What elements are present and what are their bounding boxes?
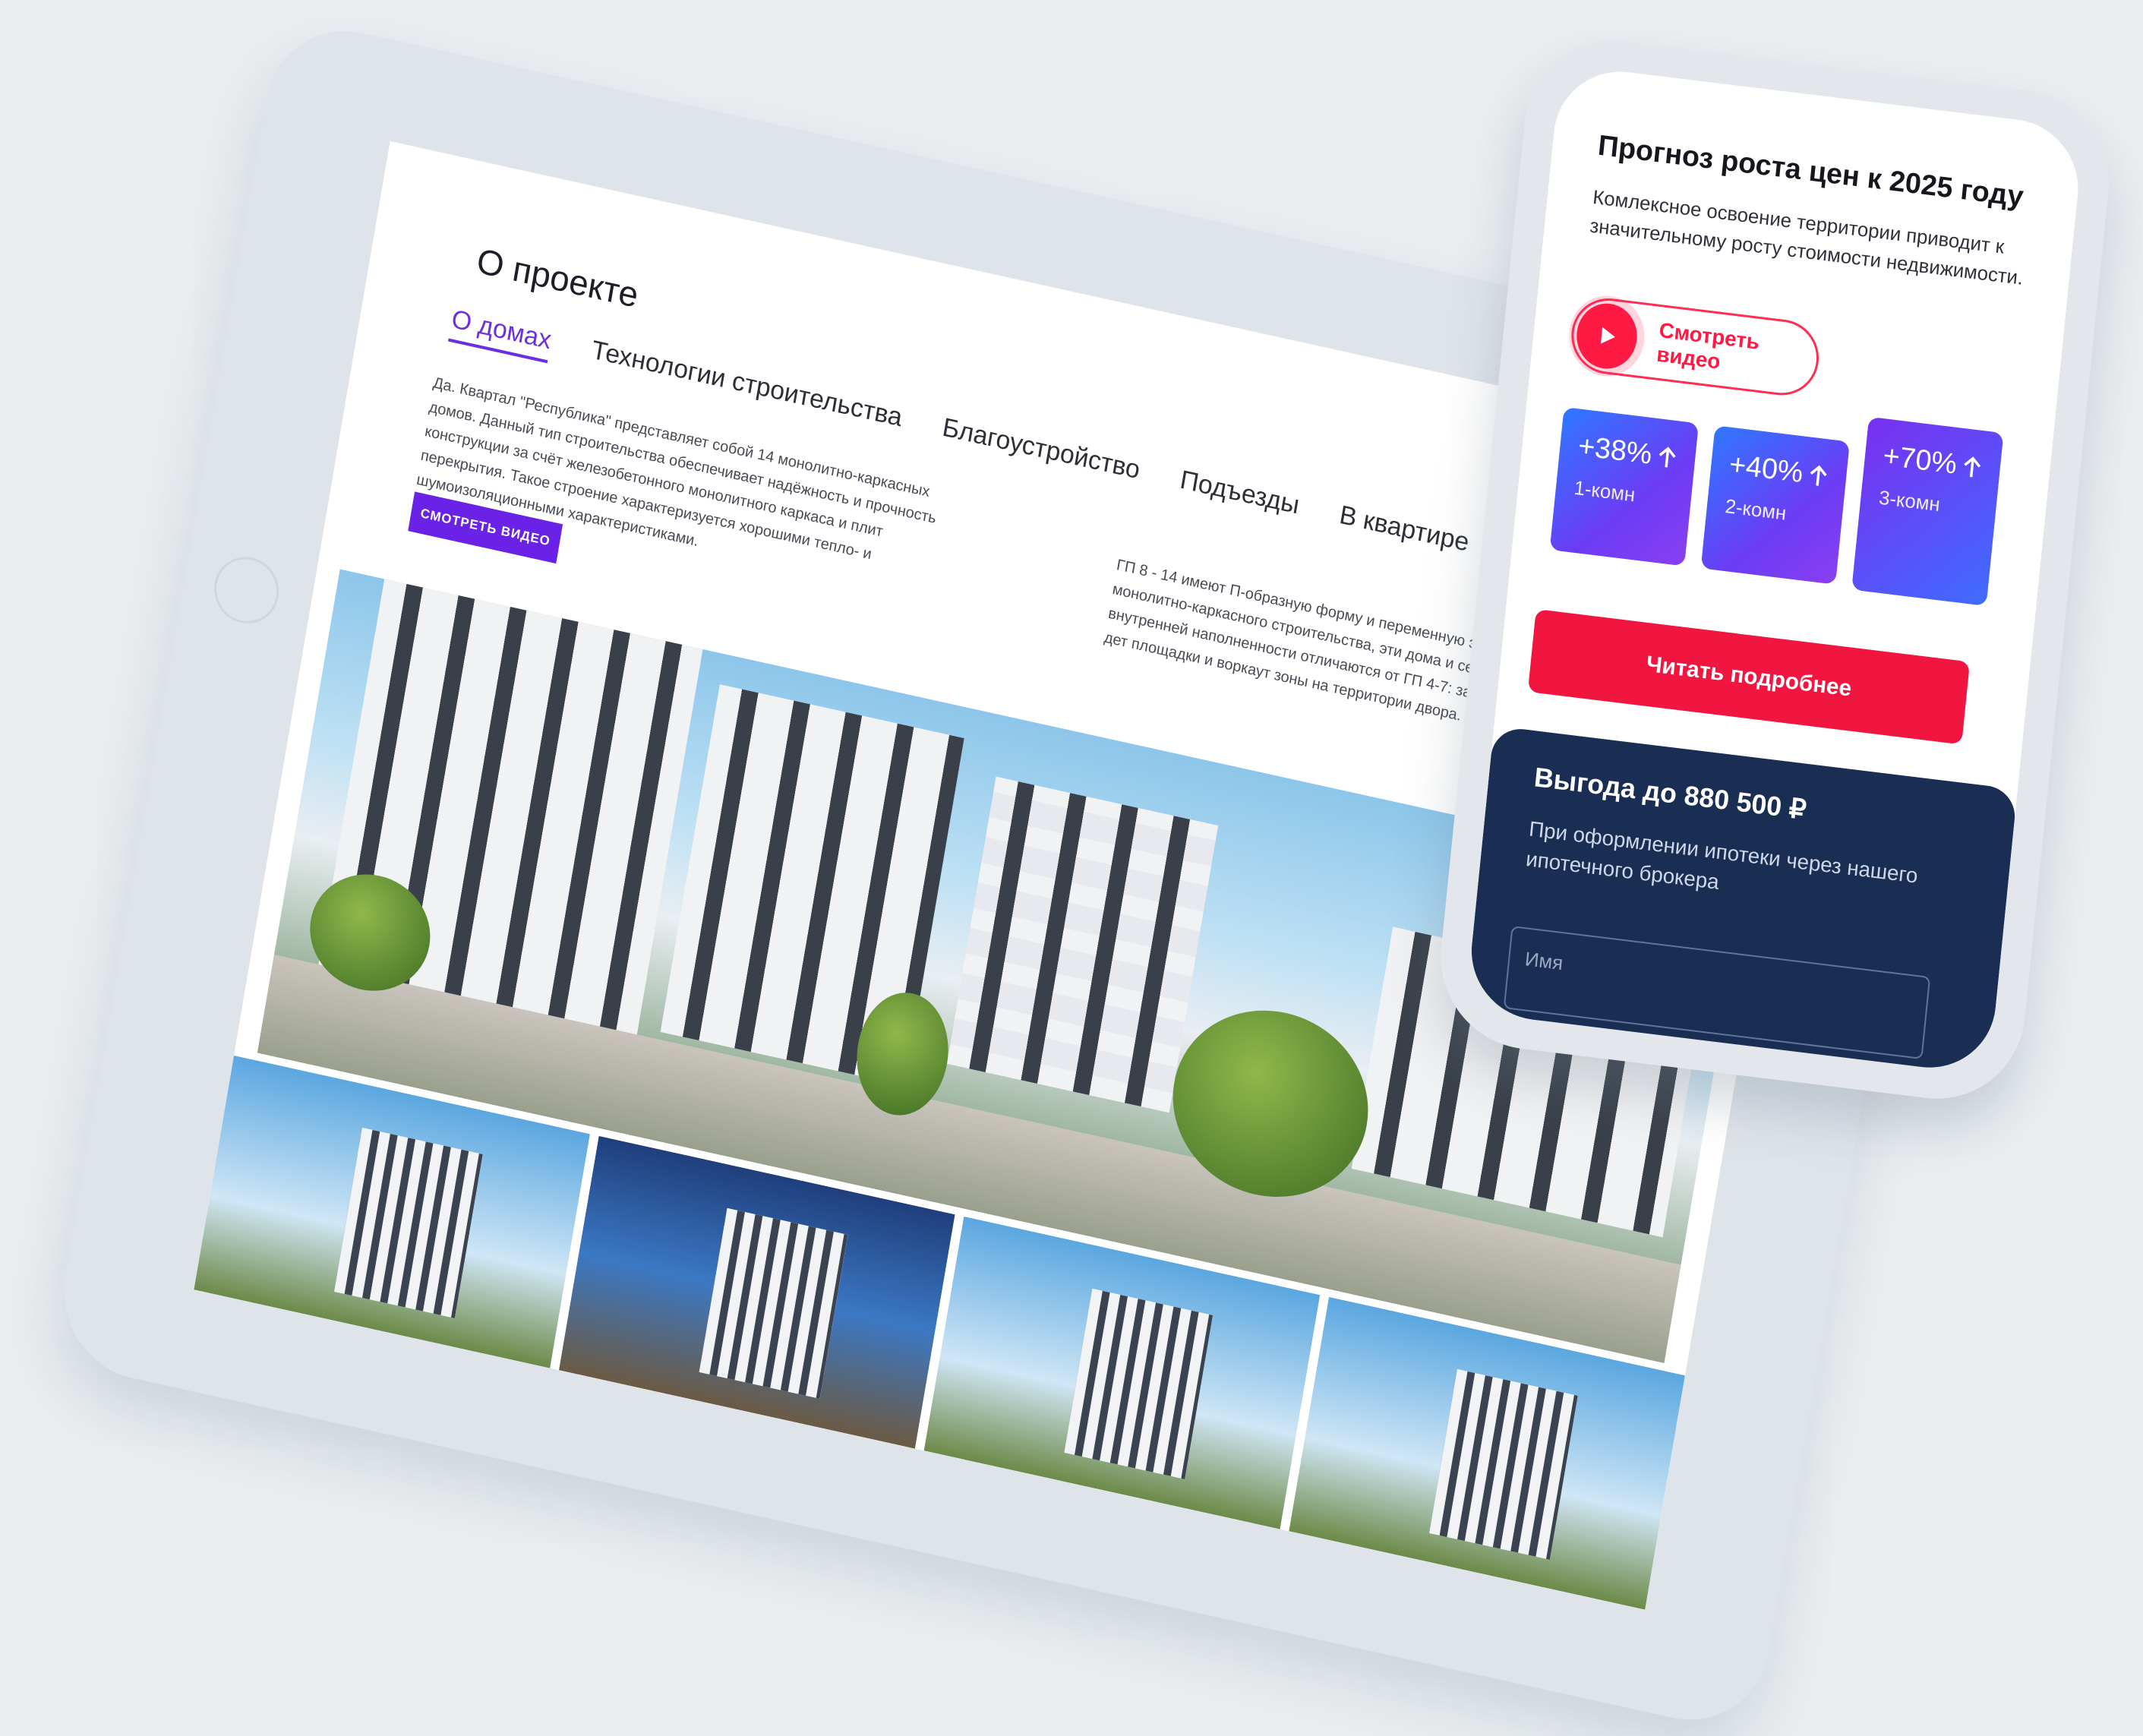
- arrow-up-icon: [1659, 446, 1676, 468]
- stat-card-2-room: +40% 2-комн: [1700, 425, 1850, 585]
- tab-about-houses[interactable]: О домах: [448, 304, 554, 364]
- stat-card-1-room: +38% 1-комн: [1549, 406, 1699, 567]
- stat-label: 2-комн: [1724, 494, 1788, 525]
- stat-label: 3-комн: [1877, 485, 1942, 516]
- phone-device: Прогноз роста цен к 2025 году Комлексное…: [1432, 30, 2118, 1109]
- watch-video-pill-button[interactable]: Смотреть видео: [1567, 294, 1823, 399]
- arrow-up-icon: [1810, 465, 1827, 486]
- play-icon: [1573, 300, 1640, 372]
- offer-subtitle: При оформлении ипотеки через нашего ипот…: [1525, 816, 1919, 894]
- tab-entrances[interactable]: Подъезды: [1176, 465, 1302, 528]
- building-render: [947, 776, 1219, 1113]
- price-growth-stats: +38% 1-комн +40% 2-комн +70% 3-комн: [1549, 406, 2004, 607]
- phone-screen: Прогноз роста цен к 2025 году Комлексное…: [1465, 64, 2085, 1075]
- stat-value: +70%: [1881, 440, 1958, 481]
- section-title: О проекте: [474, 240, 642, 315]
- read-more-button[interactable]: Читать подробнее: [1527, 609, 1971, 745]
- tab-landscaping[interactable]: Благоустройство: [939, 412, 1142, 493]
- stat-value: +38%: [1576, 430, 1654, 471]
- stat-value: +40%: [1728, 448, 1805, 490]
- stat-card-3-room: +70% 3-комн: [1851, 416, 2004, 607]
- watch-video-label: Смотреть видео: [1655, 318, 1761, 374]
- offer-title: Выгода до 880 500 ₽: [1532, 761, 1808, 825]
- arrow-up-icon: [1964, 456, 1981, 477]
- stat-label: 1-комн: [1573, 475, 1636, 507]
- tab-in-apartment[interactable]: В квартире: [1336, 500, 1471, 566]
